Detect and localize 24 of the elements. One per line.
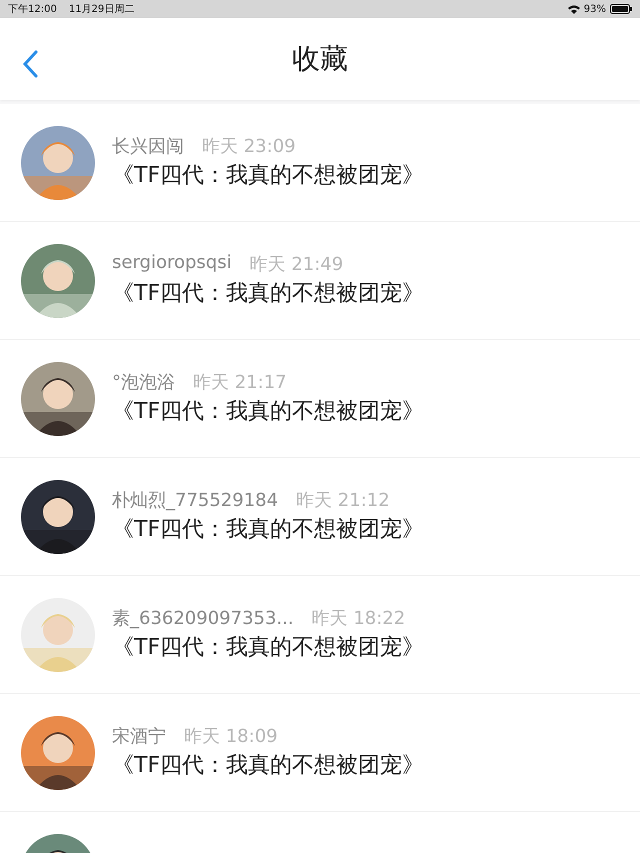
status-date: 11月29日周二 xyxy=(68,3,134,16)
story-title[interactable]: 《TF四代：我真的不想被团宠》 xyxy=(112,632,424,662)
wifi-icon xyxy=(568,4,580,14)
favorite-time: 昨天 21:49 xyxy=(250,253,344,276)
story-title[interactable]: 《TF四代：我真的不想被团宠》 xyxy=(112,750,424,780)
favorite-time: 昨天 23:09 xyxy=(202,135,296,158)
user-name: 长兴因闯 xyxy=(112,135,184,158)
favorite-time: 昨天 18:09 xyxy=(184,725,278,748)
user-name: 宋酒宁 xyxy=(112,725,166,748)
favorite-time: 昨天 18:22 xyxy=(312,607,406,630)
user-name: sergioropsqsi xyxy=(112,252,232,275)
story-title[interactable]: 《TF四代：我真的不想被团宠》 xyxy=(112,514,424,544)
user-name: °泡泡浴 xyxy=(112,371,175,394)
battery-percent: 93% xyxy=(584,4,606,14)
status-time: 下午12:00 xyxy=(8,3,57,16)
favorite-time: 昨天 21:17 xyxy=(193,371,287,394)
story-title[interactable]: 《TF四代：我真的不想被团宠》 xyxy=(112,160,424,190)
page-title: 收藏 xyxy=(292,41,348,77)
favorite-time: 昨天 21:12 xyxy=(296,489,390,512)
user-name: 素_636209097353... xyxy=(112,607,294,630)
story-title[interactable]: 《TF四代：我真的不想被团宠》 xyxy=(112,278,424,308)
story-title[interactable]: 《TF四代：我真的不想被团宠》 xyxy=(112,396,424,426)
battery-icon xyxy=(610,4,632,14)
user-name: 朴灿烈_775529184 xyxy=(112,489,278,512)
